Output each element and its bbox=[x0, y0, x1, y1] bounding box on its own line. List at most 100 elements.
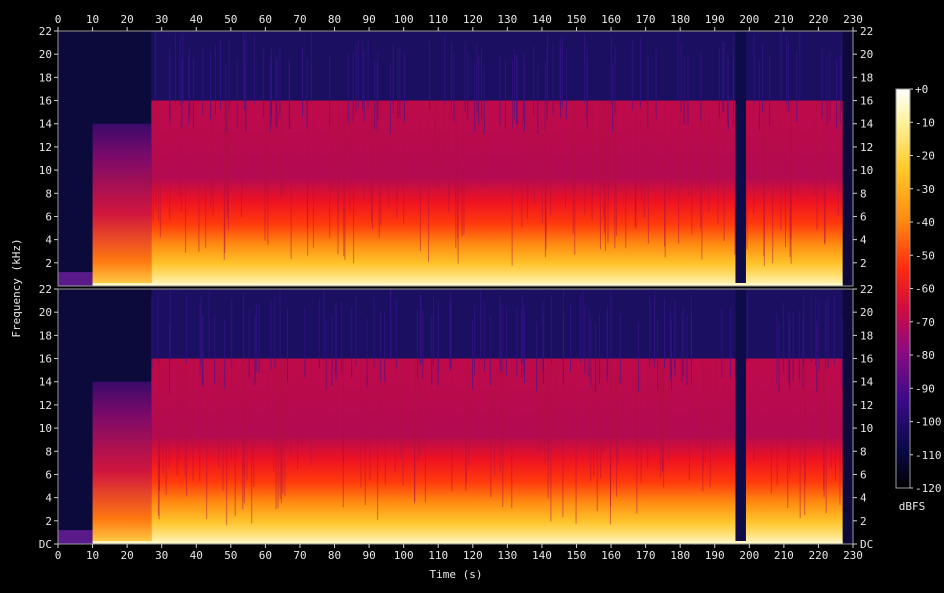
spectral-streak bbox=[664, 298, 666, 368]
x-tick-label-top: 120 bbox=[463, 13, 483, 26]
spectral-streak bbox=[702, 358, 704, 492]
y-tick-label-left: 8 bbox=[45, 187, 52, 200]
spectral-streak bbox=[704, 358, 706, 463]
x-tick-label-bottom: 110 bbox=[428, 549, 448, 562]
spectral-streak bbox=[574, 100, 576, 255]
spectral-streak bbox=[572, 100, 574, 184]
spectral-streak bbox=[431, 315, 433, 386]
y-tick-label-right: 18 bbox=[860, 329, 873, 342]
spectral-streak bbox=[478, 54, 480, 124]
spectral-streak bbox=[304, 307, 306, 378]
spectral-streak bbox=[401, 100, 403, 188]
spectral-streak bbox=[228, 40, 230, 111]
spectral-streak bbox=[276, 58, 278, 129]
y-tick-label-left: 18 bbox=[39, 329, 52, 342]
x-axis-label: Time (s) bbox=[430, 568, 483, 581]
colorbar-tick-label: -50 bbox=[915, 249, 935, 262]
x-tick-label-bottom: 0 bbox=[55, 549, 62, 562]
spectral-streak bbox=[200, 294, 202, 365]
spectral-streak bbox=[478, 358, 480, 444]
spectral-streak bbox=[310, 358, 312, 466]
spectral-streak bbox=[297, 358, 299, 470]
spectral-streak bbox=[162, 358, 164, 474]
colorbar-gradient bbox=[895, 88, 911, 489]
spectral-streak bbox=[640, 358, 642, 484]
spectral-streak bbox=[186, 358, 188, 497]
spectral-streak bbox=[188, 54, 190, 125]
spectral-streak bbox=[408, 100, 410, 183]
x-tick-label-top: 80 bbox=[328, 13, 341, 26]
spectral-streak bbox=[798, 310, 800, 380]
spectral-streak bbox=[687, 55, 689, 126]
spectral-streak bbox=[550, 358, 552, 522]
spectral-streak bbox=[804, 358, 806, 516]
spectral-streak bbox=[610, 35, 612, 106]
x-tick-label-bottom: 80 bbox=[328, 549, 341, 562]
spectral-streak bbox=[547, 358, 549, 462]
spectral-streak bbox=[215, 44, 217, 115]
spectral-streak bbox=[453, 52, 455, 123]
spectral-streak bbox=[205, 100, 207, 249]
spectral-streak bbox=[681, 312, 683, 382]
spectral-streak bbox=[253, 34, 255, 105]
spectral-streak bbox=[780, 100, 782, 231]
spectral-streak bbox=[279, 358, 281, 499]
spectral-streak bbox=[267, 358, 269, 447]
spectral-streak bbox=[556, 358, 558, 445]
spectral-streak bbox=[551, 295, 553, 365]
spectral-streak bbox=[326, 358, 328, 436]
y-tick-label-right: 6 bbox=[860, 210, 867, 223]
spectral-streak bbox=[444, 34, 446, 105]
spectral-streak bbox=[533, 100, 535, 205]
spectral-streak bbox=[374, 59, 376, 130]
spectral-streak bbox=[723, 100, 725, 241]
spectral-streak bbox=[841, 317, 843, 388]
y-tick-label-right: DC bbox=[860, 538, 873, 551]
spectral-streak bbox=[341, 302, 343, 372]
spectral-streak bbox=[799, 32, 801, 102]
y-tick-label-right: 10 bbox=[860, 164, 873, 177]
spectral-streak bbox=[536, 321, 538, 392]
spectral-streak bbox=[814, 100, 816, 196]
spectral-streak bbox=[214, 314, 216, 385]
spectral-streak bbox=[638, 322, 640, 392]
y-axis-right: 2 4 6 8 10 12 14 16 18 20 22 DC 2 4 6 8 10 12 14 16 18 20 22 bbox=[853, 25, 874, 551]
colorbar-tick-label: -100 bbox=[915, 416, 942, 429]
spectral-streak bbox=[640, 100, 642, 201]
spectral-streak bbox=[474, 62, 476, 132]
x-tick-label-bottom: 170 bbox=[636, 549, 656, 562]
spectral-streak bbox=[734, 100, 736, 255]
spectral-streak bbox=[351, 308, 353, 378]
spectral-streak bbox=[331, 317, 333, 387]
spectral-streak bbox=[717, 100, 719, 225]
x-tick-label-bottom: 50 bbox=[224, 549, 237, 562]
spectral-streak bbox=[599, 313, 601, 384]
spectral-streak bbox=[395, 299, 397, 369]
x-tick-label-top: 140 bbox=[532, 13, 552, 26]
spectral-streak bbox=[224, 319, 226, 389]
x-tick-label-bottom: 150 bbox=[567, 549, 587, 562]
spectral-streak bbox=[839, 100, 841, 193]
spectral-streak bbox=[732, 35, 734, 106]
spectral-streak bbox=[242, 358, 244, 510]
spectral-streak bbox=[718, 47, 720, 118]
y-tick-label-left: 20 bbox=[39, 306, 52, 319]
spectral-streak bbox=[701, 100, 703, 260]
x-tick-label-top: 40 bbox=[190, 13, 203, 26]
spectral-streak bbox=[419, 100, 421, 251]
spectral-streak bbox=[550, 100, 552, 215]
spectral-streak bbox=[377, 358, 379, 520]
y-tick-label-right: 14 bbox=[860, 118, 874, 131]
spectral-streak bbox=[764, 100, 766, 187]
x-tick-label-bottom: 30 bbox=[155, 549, 168, 562]
spectral-streak bbox=[448, 100, 450, 212]
spectral-streak bbox=[248, 308, 250, 379]
x-tick-label-bottom: 130 bbox=[497, 549, 517, 562]
spectral-streak bbox=[787, 358, 789, 509]
spectral-streak bbox=[355, 296, 357, 366]
spectral-streak bbox=[280, 358, 282, 504]
spectral-streak bbox=[647, 100, 649, 244]
x-tick-label-bottom: 100 bbox=[394, 549, 414, 562]
spectral-streak bbox=[253, 358, 255, 488]
dropout-gap bbox=[735, 289, 746, 544]
